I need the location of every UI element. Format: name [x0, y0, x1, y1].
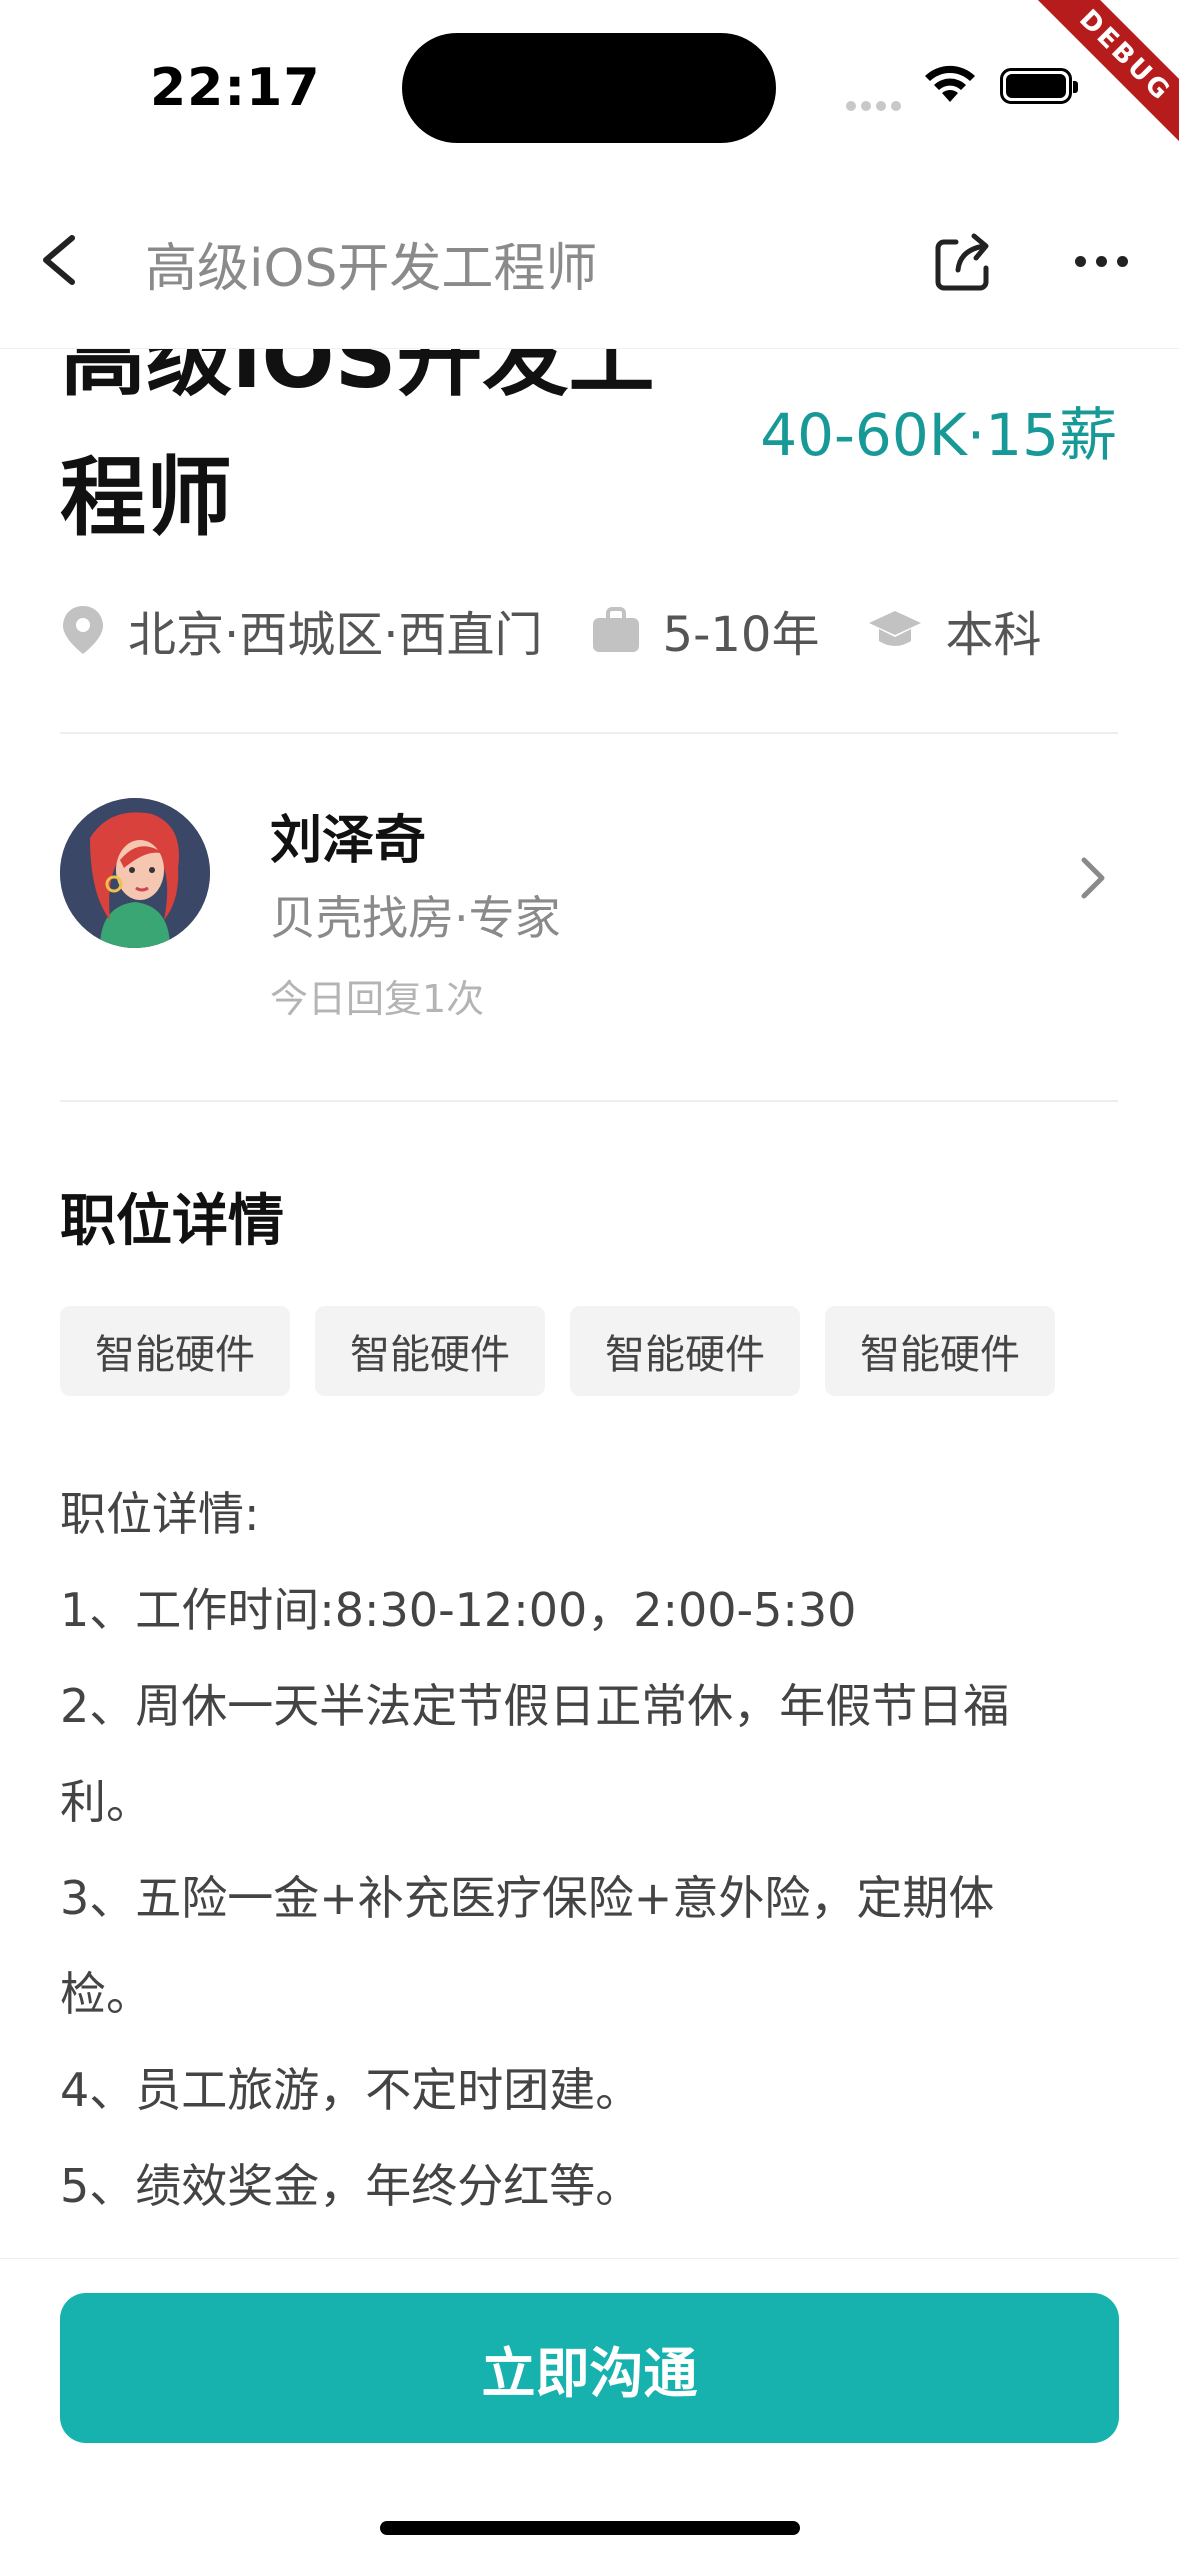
description-line: 4、员工旅游，不定时团建。	[60, 2063, 642, 2117]
graduation-cap-icon	[869, 611, 922, 646]
recruiter-reply-count: 今日回复1次	[270, 977, 485, 1021]
section-title: 职位详情	[60, 1189, 284, 1254]
job-detail-content[interactable]: 高级iOS开发工程师 40-60K·15薪 北京·西城区·西直门 5-10年 本…	[0, 348, 1179, 2258]
description-line: 5、绩效奖金，年终分红等。	[60, 2159, 642, 2213]
description-line: 检。	[60, 1967, 152, 2021]
description-line: 职位详情:	[60, 1487, 260, 1541]
chevron-right-icon[interactable]	[1072, 848, 1112, 908]
divider	[60, 1100, 1118, 1102]
battery-icon	[1000, 68, 1078, 104]
salary-label: 40-60K·15薪	[760, 401, 1117, 469]
job-education: 本科	[945, 607, 1042, 663]
tag: 智能硬件	[570, 1306, 800, 1396]
wifi-icon	[925, 65, 975, 102]
tag: 智能硬件	[825, 1306, 1055, 1396]
navigation-bar: 高级iOS开发工程师	[0, 180, 1179, 349]
divider	[60, 732, 1118, 734]
location-pin-icon	[63, 606, 103, 654]
tag: 智能硬件	[60, 1306, 290, 1396]
description-line: 2、周休一天半法定节假日正常休，年假节日福	[60, 1679, 1010, 1733]
description-line: 3、五险一金+补充医疗保险+意外险，定期体	[60, 1871, 995, 1925]
job-title: 高级iOS开发工程师	[60, 348, 655, 548]
briefcase-icon	[592, 607, 639, 652]
dynamic-island	[402, 33, 776, 143]
bottom-action-bar: 立即沟通	[0, 2258, 1179, 2557]
tag-list: 智能硬件 智能硬件 智能硬件 智能硬件	[60, 1306, 1080, 1396]
status-bar: 22:17	[0, 0, 1179, 180]
job-description: 职位详情: 1、工作时间:8:30-12:00，2:00-5:30 2、周休一天…	[60, 1466, 1120, 2258]
recruiter-avatar	[60, 798, 210, 948]
nav-title: 高级iOS开发工程师	[145, 239, 598, 299]
share-icon[interactable]	[930, 224, 996, 296]
more-horizontal-icon[interactable]	[1075, 252, 1139, 268]
chevron-left-icon[interactable]	[30, 220, 90, 300]
chat-now-button[interactable]: 立即沟通	[60, 2293, 1119, 2443]
tag: 智能硬件	[315, 1306, 545, 1396]
recruiter-card[interactable]: 刘泽奇 贝壳找房·专家 今日回复1次	[60, 798, 1120, 1058]
job-meta-row: 北京·西城区·西直门 5-10年 本科	[60, 590, 1042, 670]
job-experience: 5-10年	[662, 607, 820, 663]
description-line: 岗位职责:	[60, 2234, 1120, 2258]
recruiter-name: 刘泽奇	[270, 811, 427, 871]
status-time: 22:17	[150, 58, 321, 118]
job-location: 北京·西城区·西直门	[128, 607, 543, 663]
cellular-signal-icon	[846, 96, 906, 111]
description-line: 1、工作时间:8:30-12:00，2:00-5:30	[60, 1583, 857, 1637]
recruiter-company: 贝壳找房·专家	[270, 891, 561, 945]
description-line: 利。	[60, 1775, 152, 1829]
home-indicator[interactable]	[380, 2521, 800, 2535]
